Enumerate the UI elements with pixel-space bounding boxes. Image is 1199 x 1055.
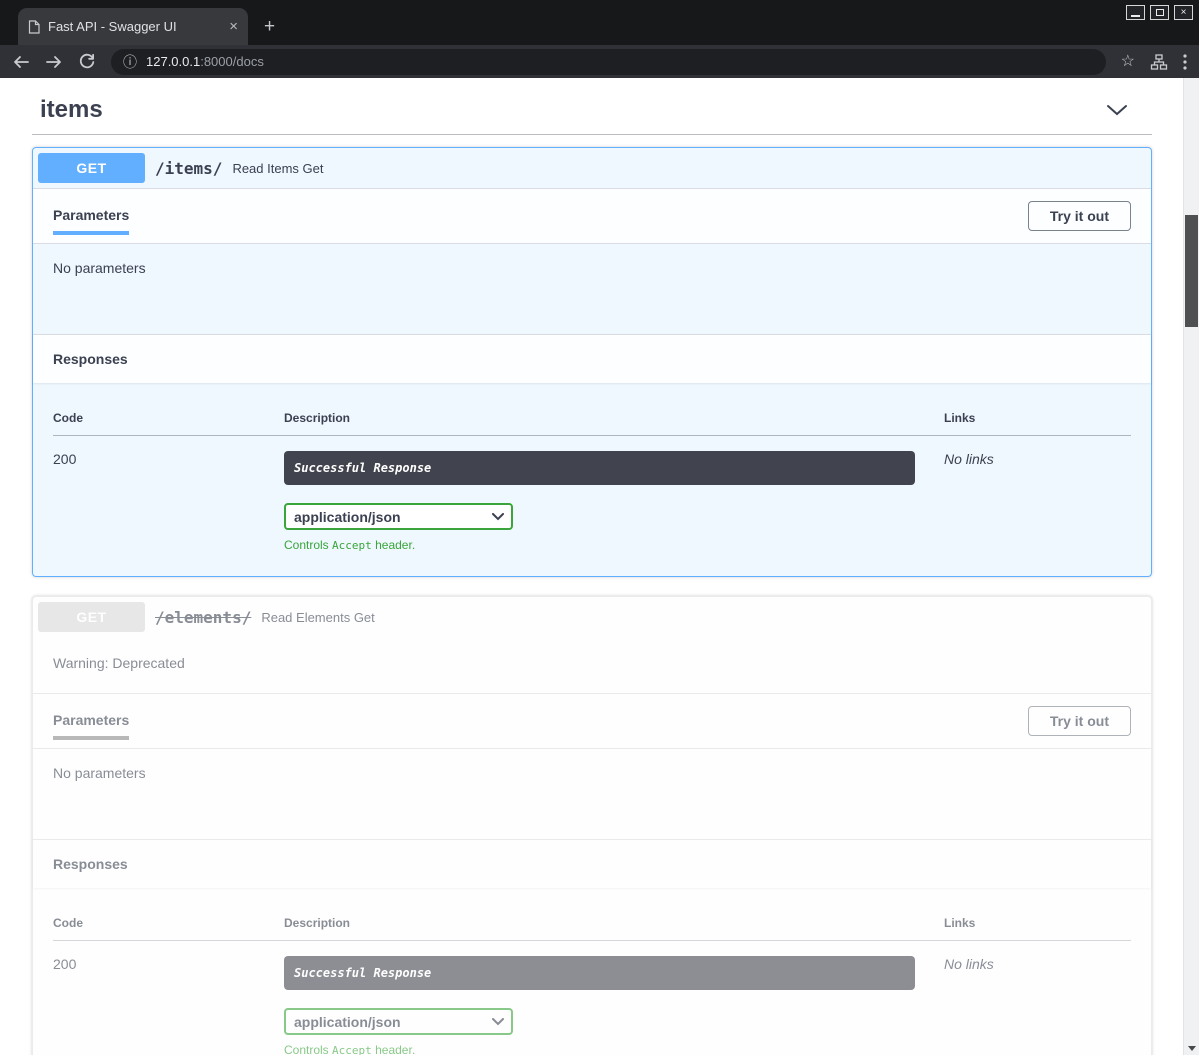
- media-type-wrap: application/json Controls Accept header.: [284, 1008, 944, 1055]
- col-header-description: Description: [284, 397, 944, 436]
- opblock-get-elements-deprecated: GET /elements/ Read Elements Get Warning…: [32, 596, 1152, 1055]
- back-icon[interactable]: [12, 53, 30, 71]
- media-type-select[interactable]: application/json: [284, 503, 513, 530]
- responses-table: Code Description Links 200 Successful Re…: [53, 397, 1131, 552]
- reload-icon[interactable]: [78, 53, 96, 71]
- accept-note-code: Accept: [332, 539, 372, 552]
- response-code: 200: [53, 436, 284, 553]
- maximize-icon: [1156, 9, 1164, 16]
- url-host: 127.0.0.1: [146, 54, 200, 69]
- address-bar[interactable]: ⓘ 127.0.0.1:8000/docs: [111, 49, 1106, 75]
- chevron-down-icon[interactable]: [1106, 104, 1128, 116]
- method-badge: GET: [38, 602, 145, 632]
- hierarchy-icon[interactable]: [1150, 54, 1168, 70]
- response-description-cell: Successful Response application/json: [284, 436, 944, 553]
- tag-section-header[interactable]: items: [32, 88, 1152, 135]
- scrollbar-thumb[interactable]: [1185, 215, 1198, 327]
- col-header-code: Code: [53, 902, 284, 941]
- minimize-icon: [1131, 15, 1140, 17]
- responses-table-wrapper: Code Description Links 200 Successful Re…: [33, 383, 1151, 576]
- scrollbar[interactable]: [1183, 78, 1199, 1055]
- deprecated-warning: Warning: Deprecated: [33, 637, 1151, 693]
- response-description-cell: Successful Response application/json: [284, 941, 944, 1055]
- response-code: 200: [53, 941, 284, 1055]
- operation-path: /elements/: [145, 608, 261, 627]
- operation-summary-text: Read Elements Get: [261, 610, 374, 625]
- no-parameters-text: No parameters: [53, 260, 146, 276]
- opblock-get-items: GET /items/ Read Items Get Parameters Tr…: [32, 147, 1152, 577]
- responses-section-header: Responses: [33, 839, 1151, 888]
- scrollbar-down-arrow-icon[interactable]: [1188, 1046, 1196, 1051]
- table-row: 200 Successful Response application/json: [53, 941, 1131, 1055]
- site-info-icon[interactable]: ⓘ: [123, 55, 137, 69]
- new-tab-button[interactable]: +: [264, 17, 275, 36]
- col-header-links: Links: [944, 902, 1131, 941]
- response-links: No links: [944, 941, 1131, 1055]
- operation-summary[interactable]: GET /items/ Read Items Get: [33, 148, 1151, 188]
- operation-summary[interactable]: GET /elements/ Read Elements Get: [33, 597, 1151, 637]
- page-icon: [28, 20, 40, 34]
- accept-note-code: Accept: [332, 1044, 372, 1055]
- parameters-section-header: Parameters Try it out: [33, 693, 1151, 749]
- accept-note-prefix: Controls: [284, 1043, 332, 1055]
- operation-summary-text: Read Items Get: [232, 161, 323, 176]
- responses-table-wrapper: Code Description Links 200 Successful Re…: [33, 888, 1151, 1055]
- responses-title: Responses: [53, 351, 1131, 367]
- bookmark-star-icon[interactable]: ☆: [1121, 54, 1135, 70]
- responses-title: Responses: [53, 856, 1131, 872]
- table-row: 200 Successful Response application/json: [53, 436, 1131, 553]
- browser-tab[interactable]: Fast API - Swagger UI ×: [18, 8, 248, 45]
- accept-note-suffix: header.: [372, 1043, 415, 1055]
- parameters-title: Parameters: [53, 702, 129, 740]
- parameters-body: No parameters: [33, 749, 1151, 839]
- accept-note-prefix: Controls: [284, 538, 332, 552]
- no-parameters-text: No parameters: [53, 765, 146, 781]
- parameters-title: Parameters: [53, 197, 129, 235]
- menu-icon[interactable]: [1183, 54, 1187, 70]
- try-it-out-button[interactable]: Try it out: [1028, 201, 1131, 231]
- response-links: No links: [944, 436, 1131, 553]
- operation-path: /items/: [145, 159, 232, 178]
- responses-table: Code Description Links 200 Successful Re…: [53, 902, 1131, 1055]
- maximize-button[interactable]: [1150, 5, 1169, 20]
- swagger-ui: items GET /items/ Read Items Get Paramet…: [32, 78, 1152, 1055]
- minimize-button[interactable]: [1126, 5, 1145, 20]
- forward-icon[interactable]: [45, 53, 63, 71]
- try-it-out-button[interactable]: Try it out: [1028, 706, 1131, 736]
- accept-note-suffix: header.: [372, 538, 415, 552]
- url-text: 127.0.0.1:8000/docs: [146, 54, 264, 69]
- browser-toolbar: ⓘ 127.0.0.1:8000/docs ☆: [0, 45, 1199, 78]
- responses-section-header: Responses: [33, 334, 1151, 383]
- response-description: Successful Response: [284, 451, 915, 485]
- tag-title: items: [40, 96, 103, 124]
- page-viewport: items GET /items/ Read Items Get Paramet…: [0, 78, 1199, 1055]
- accept-header-note: Controls Accept header.: [284, 538, 944, 552]
- method-badge: GET: [38, 153, 145, 183]
- tab-title: Fast API - Swagger UI: [48, 19, 221, 34]
- media-type-select[interactable]: application/json: [284, 1008, 513, 1035]
- media-type-wrap: application/json Controls Accept header.: [284, 503, 944, 552]
- col-header-code: Code: [53, 397, 284, 436]
- tab-close-icon[interactable]: ×: [229, 19, 238, 34]
- window-controls: ×: [1126, 5, 1193, 20]
- parameters-section-header: Parameters Try it out: [33, 188, 1151, 244]
- accept-header-note: Controls Accept header.: [284, 1043, 944, 1055]
- close-button[interactable]: ×: [1174, 5, 1193, 20]
- response-description: Successful Response: [284, 956, 915, 990]
- col-header-links: Links: [944, 397, 1131, 436]
- col-header-description: Description: [284, 902, 944, 941]
- url-path: :8000/docs: [200, 54, 264, 69]
- window-titlebar: Fast API - Swagger UI × + ×: [0, 0, 1199, 45]
- parameters-body: No parameters: [33, 244, 1151, 334]
